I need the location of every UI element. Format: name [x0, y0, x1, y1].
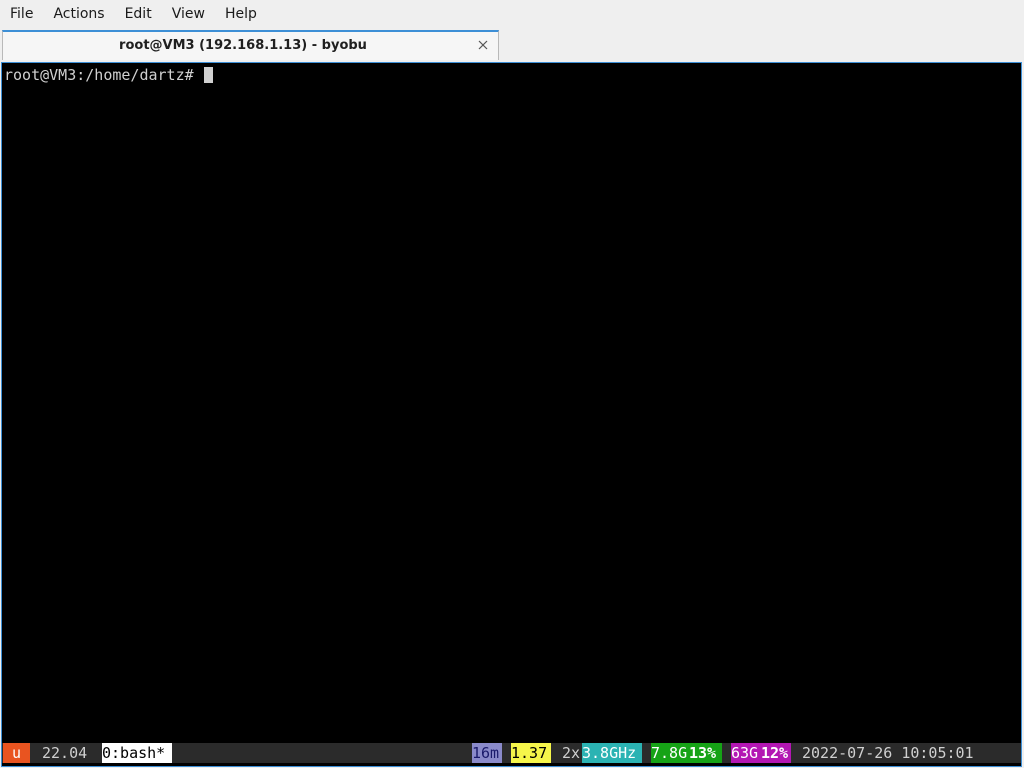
prompt-line: root@VM3:/home/dartz#	[4, 66, 213, 84]
ubuntu-logo: u	[3, 743, 30, 763]
menu-bar: File Actions Edit View Help	[0, 0, 1024, 29]
disk-percent: 12%	[761, 743, 791, 763]
cpu-frequency: 3.8GHz	[582, 743, 642, 763]
close-icon[interactable]	[476, 38, 490, 52]
date-time: 2022-07-26 10:05:01	[802, 744, 974, 762]
release-version: 22.04	[42, 744, 88, 762]
tab-session[interactable]: root@VM3 (192.168.1.13) - byobu	[2, 30, 499, 60]
memory-total: 7.8G	[651, 743, 689, 763]
memory-percent: 13%	[689, 743, 722, 763]
menu-help[interactable]: Help	[215, 0, 267, 29]
shell-prompt: root@VM3:/home/dartz#	[4, 66, 194, 84]
tab-bar: root@VM3 (192.168.1.13) - byobu	[0, 29, 1024, 62]
byobu-status-bar: u 22.04 0:bash* 16m 1.37 2x 3.8GHz 7.8G …	[2, 743, 1021, 763]
terminal-window: File Actions Edit View Help root@VM3 (19…	[0, 0, 1024, 768]
block-cursor	[203, 67, 213, 83]
menu-file[interactable]: File	[0, 0, 43, 29]
load-average: 1.37	[511, 743, 551, 763]
menu-actions[interactable]: Actions	[43, 0, 114, 29]
cpu-count: 2x	[562, 744, 581, 762]
uptime: 16m	[472, 743, 502, 763]
menu-view[interactable]: View	[162, 0, 215, 29]
window-tab-bash[interactable]: 0:bash*	[102, 743, 172, 763]
tab-title: root@VM3 (192.168.1.13) - byobu	[119, 38, 367, 53]
disk-total: 63G	[731, 743, 761, 763]
terminal-area[interactable]: root@VM3:/home/dartz# u 22.04 0:bash* 16…	[1, 62, 1022, 767]
menu-edit[interactable]: Edit	[115, 0, 162, 29]
